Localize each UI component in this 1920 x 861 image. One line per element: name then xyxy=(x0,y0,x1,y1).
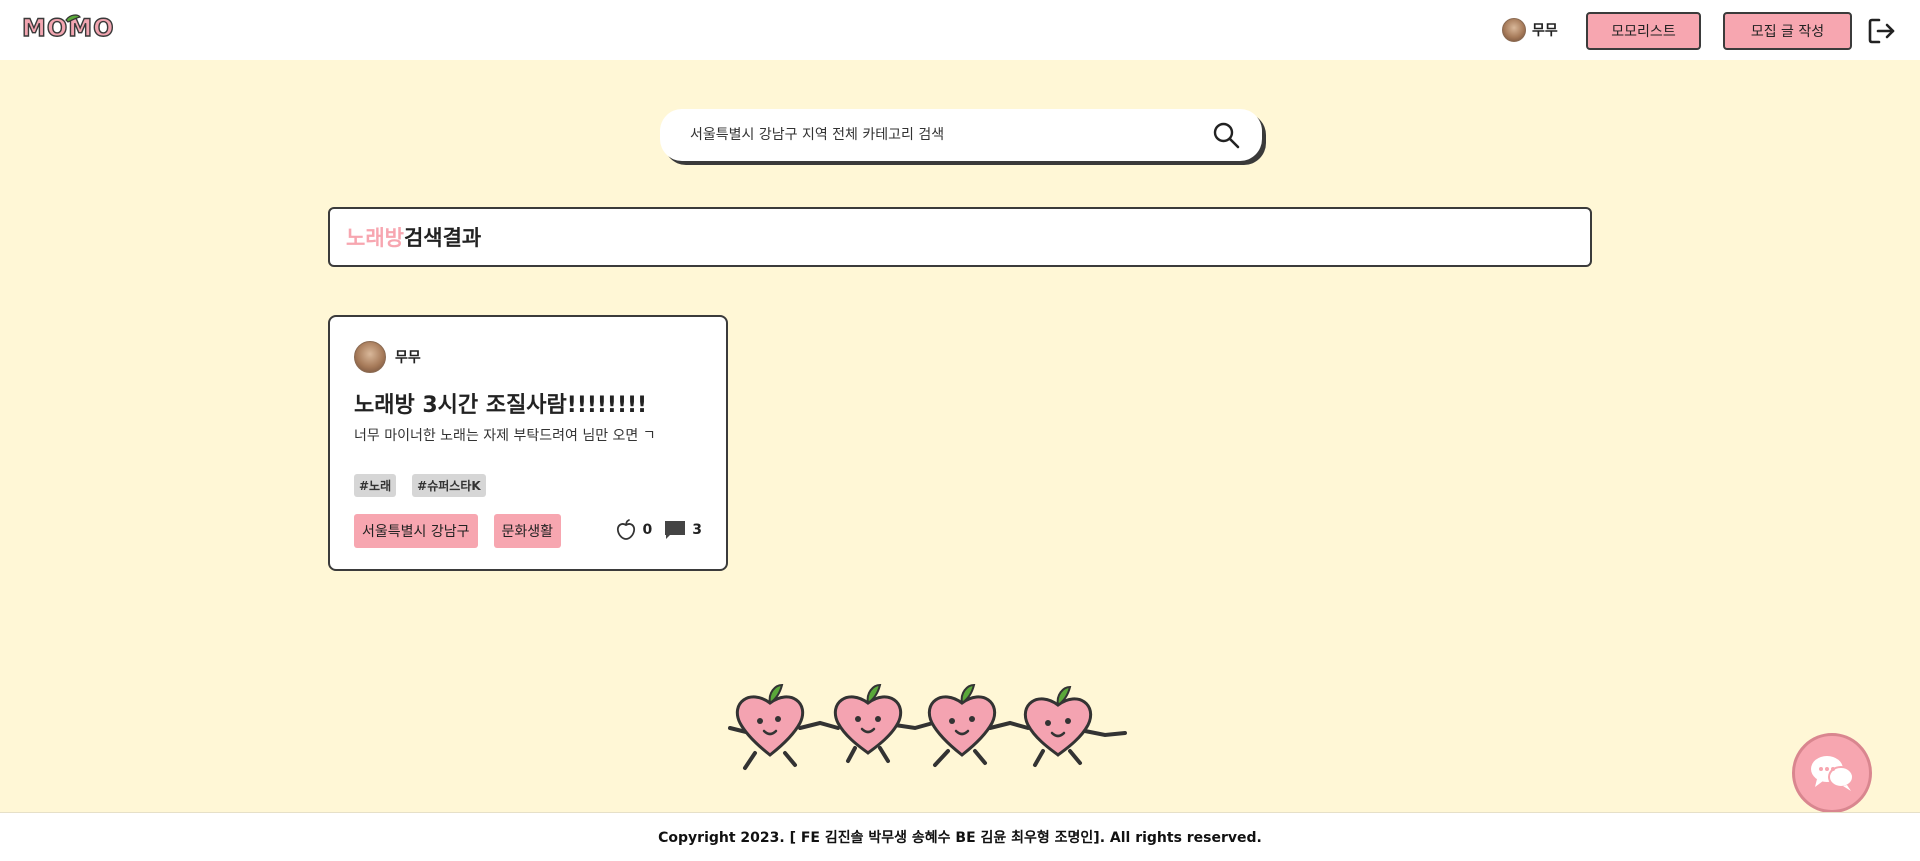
post-title: 노래방 3시간 조질사람!!!!!!!! xyxy=(354,393,648,418)
peach-leaf-icon xyxy=(65,14,81,23)
author-avatar xyxy=(354,341,386,373)
peach-like-icon[interactable] xyxy=(615,519,637,541)
search-result-label: 검색결과 xyxy=(403,226,482,250)
search-result-heading: 노래방 검색결과 xyxy=(328,207,1592,267)
header-user-profile[interactable]: 무무 xyxy=(1502,18,1558,42)
comment-icon xyxy=(664,520,686,540)
post-tag[interactable]: #슈퍼스타K xyxy=(412,474,486,497)
post-tag[interactable]: #노래 xyxy=(354,474,397,497)
momo-logo[interactable]: MOMO xyxy=(21,13,115,43)
user-avatar xyxy=(1502,18,1526,42)
post-stats: 0 3 xyxy=(615,519,702,541)
like-count: 0 xyxy=(642,522,653,538)
category-chip: 문화생활 xyxy=(493,514,562,548)
footer: Copyright 2023. [ FE 김진솔 박무생 송혜수 BE 김윤 최… xyxy=(0,812,1920,861)
comment-count: 3 xyxy=(692,522,702,538)
search-icon[interactable] xyxy=(1212,121,1240,149)
search-keyword: 노래방 xyxy=(346,226,404,250)
location-chip: 서울특별시 강남구 xyxy=(354,514,478,548)
post-author[interactable]: 무무 xyxy=(354,341,421,373)
logout-icon[interactable] xyxy=(1868,18,1896,44)
momolist-button[interactable]: 모모리스트 xyxy=(1586,12,1701,50)
post-card[interactable]: 무무 노래방 3시간 조질사람!!!!!!!! 너무 마이너한 노래는 자제 부… xyxy=(328,315,728,571)
post-description: 너무 마이너한 노래는 자제 부탁드려여 님만 오면 ㄱ xyxy=(354,428,656,444)
post-meta-chips: 서울특별시 강남구 문화생활 xyxy=(354,514,562,548)
top-navigation-bar: MOMO 무무 모모리스트 모집 글 작성 xyxy=(0,0,1920,60)
chat-bubbles-icon xyxy=(1811,756,1854,791)
header-user-name: 무무 xyxy=(1532,23,1558,39)
search-input[interactable] xyxy=(690,127,1212,143)
copyright-text: Copyright 2023. [ FE 김진솔 박무생 송혜수 BE 김윤 최… xyxy=(658,830,1262,846)
write-post-button[interactable]: 모집 글 작성 xyxy=(1723,12,1852,50)
author-name: 무무 xyxy=(395,350,421,366)
chat-button[interactable] xyxy=(1792,733,1872,813)
peach-mascots-illustration xyxy=(728,683,1127,770)
post-tags: #노래 #슈퍼스타K xyxy=(354,474,486,497)
search-bar xyxy=(660,109,1262,161)
